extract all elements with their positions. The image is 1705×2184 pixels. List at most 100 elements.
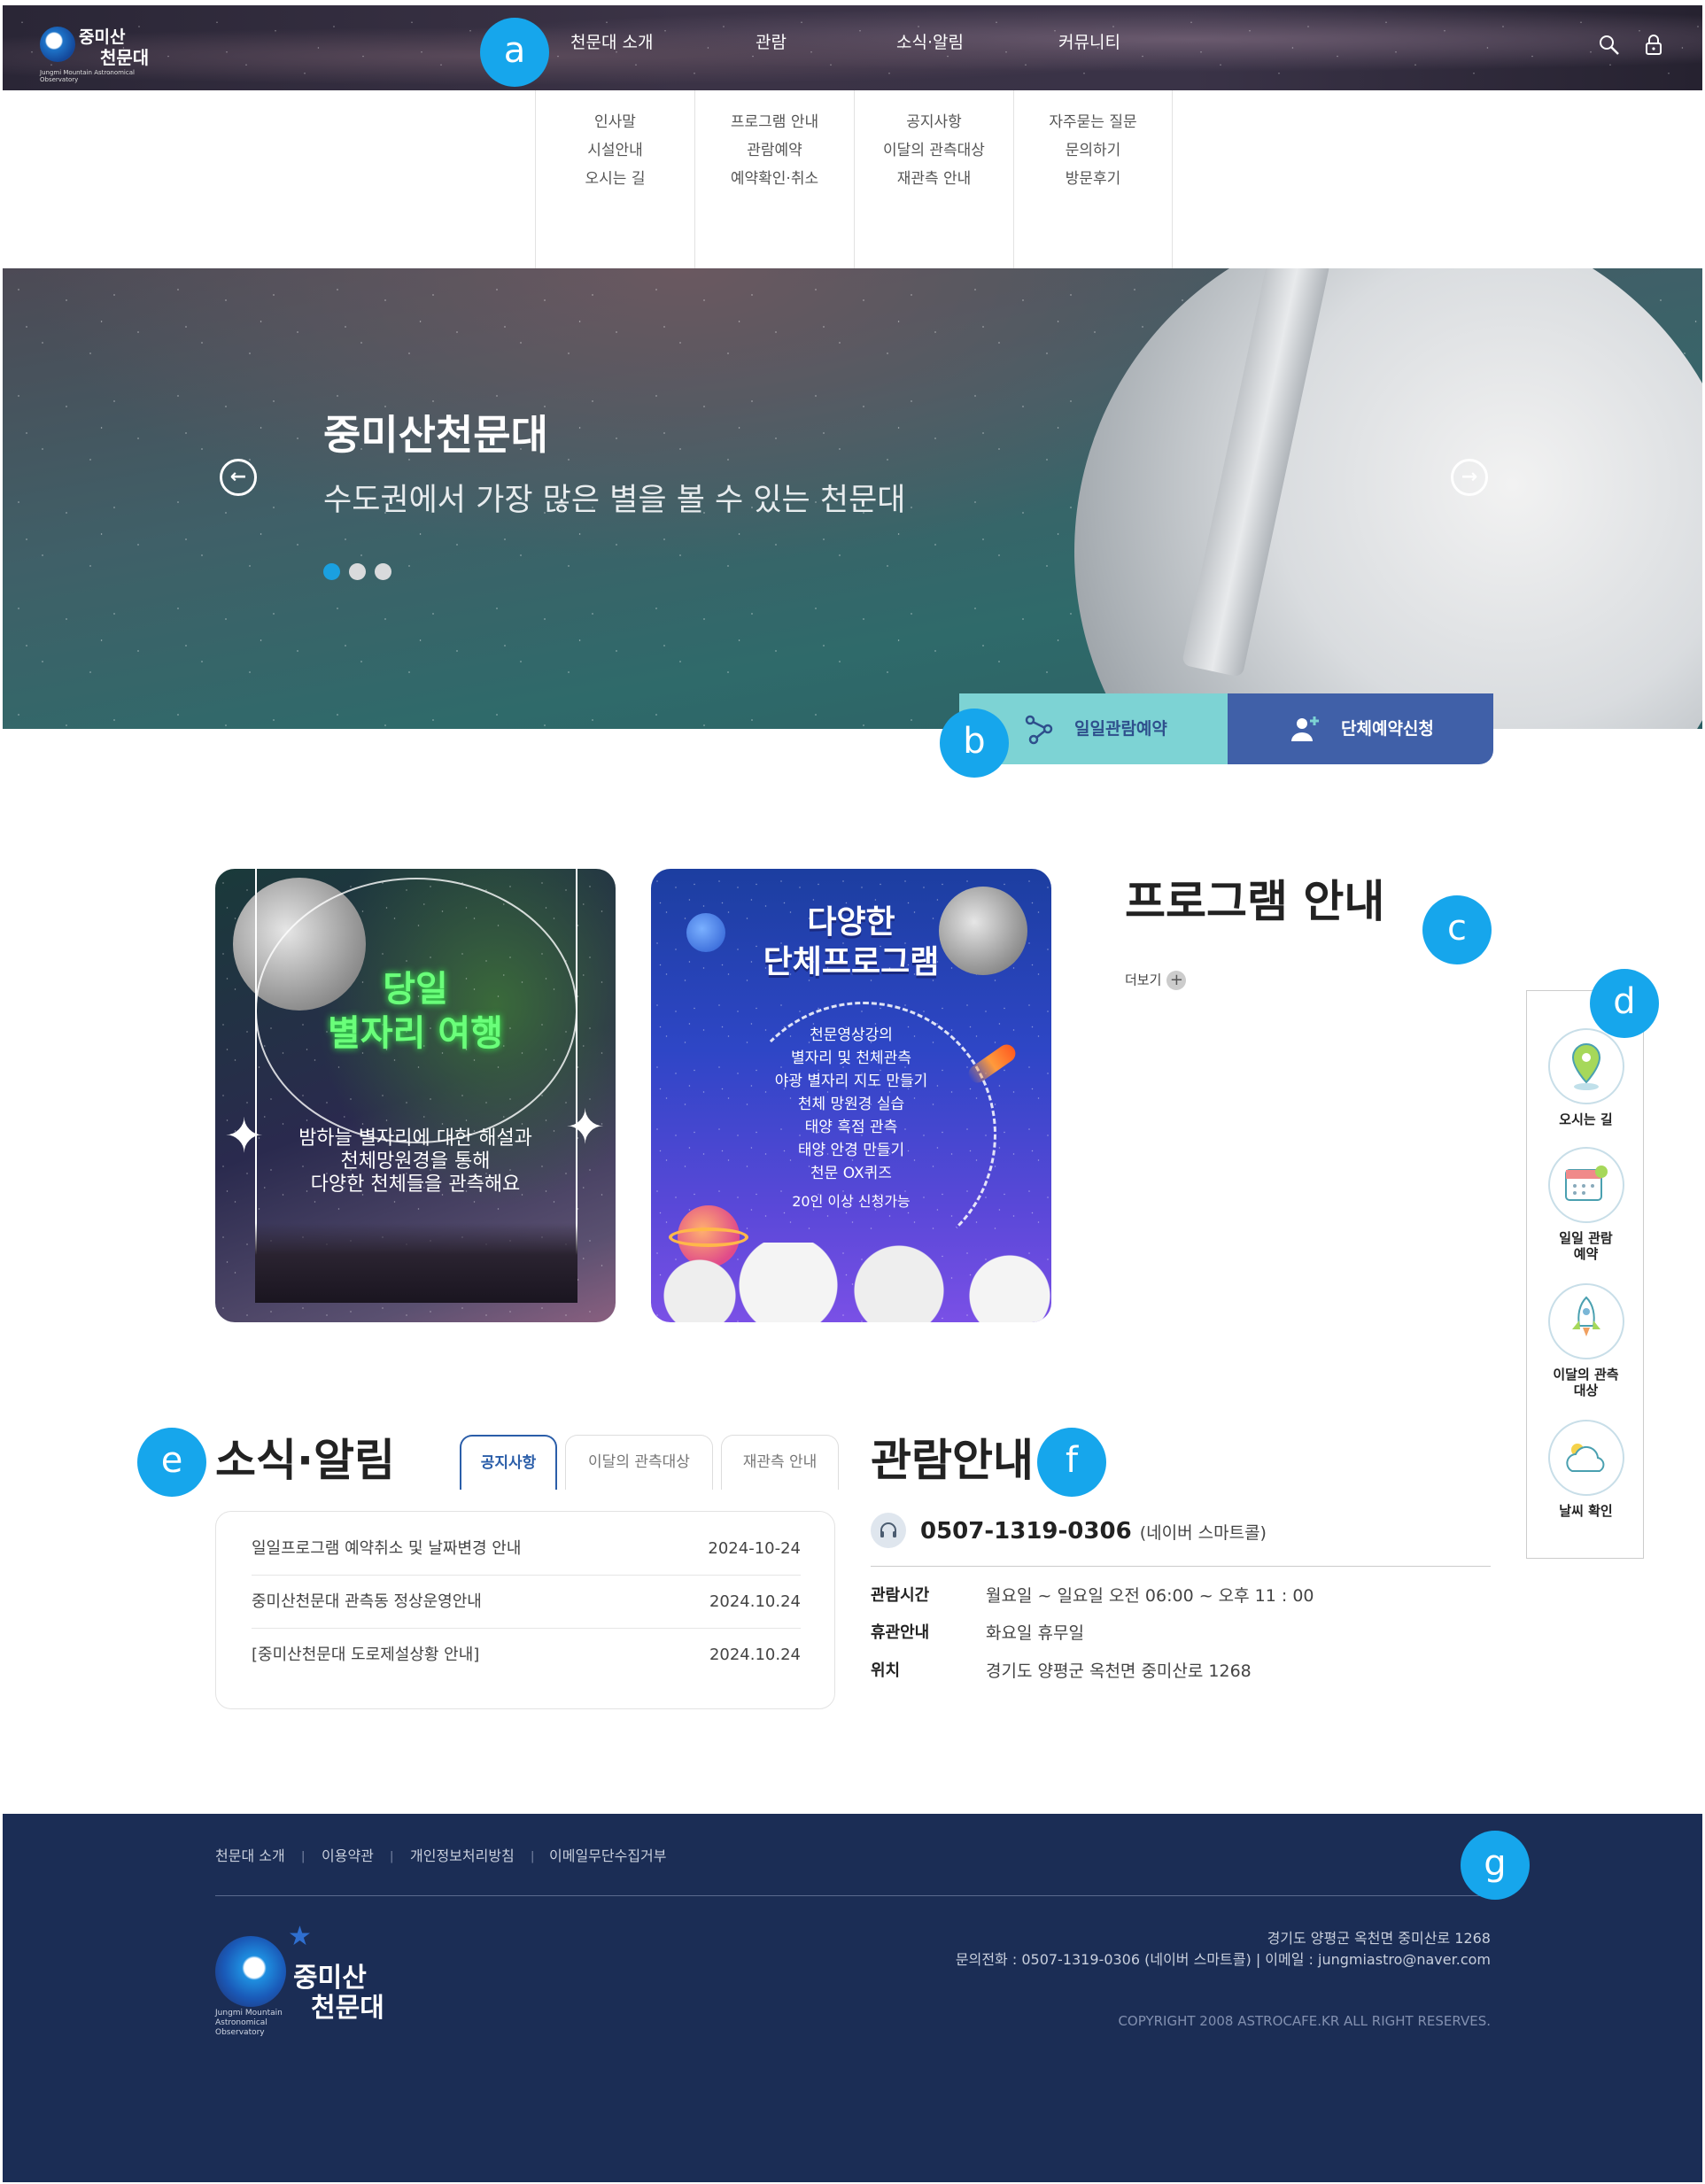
program-more-link[interactable]: 더보기 + (1125, 971, 1187, 990)
headset-icon (871, 1513, 906, 1548)
info-value-closed: 화요일 휴무일 (986, 1623, 1084, 1643)
submenu-col-about: 인사말 시설안내 오시는 길 (535, 90, 694, 271)
annotation-badge-e: e (137, 1428, 206, 1497)
footer-link-about[interactable]: 천문대 소개 (215, 1847, 285, 1865)
nav-news[interactable]: 소식·알림 (896, 32, 964, 53)
program-card-group-title-2: 단체프로그램 (763, 944, 940, 980)
submenu-item[interactable]: 프로그램 안내 (695, 108, 854, 136)
quick-item-directions[interactable]: 오시는 길 (1527, 1028, 1645, 1127)
slider-dot-3[interactable] (375, 563, 391, 580)
lock-icon[interactable] (1641, 34, 1666, 58)
quick-item-daily-reservation[interactable]: 일일 관람 예약 (1527, 1147, 1645, 1262)
hero-subtitle: 수도권에서 가장 많은 별을 볼 수 있는 천문대 (323, 483, 906, 518)
program-card-group[interactable]: 다양한 단체프로그램 천문영상강의 별자리 및 천체관측 야광 별자리 지도 만… (651, 869, 1051, 1322)
info-value-location: 경기도 양평군 옥천면 중미산로 1268 (986, 1661, 1252, 1681)
phone-number[interactable]: 0507-1319-0306 (네이버 스마트콜) (920, 1516, 1267, 1548)
tab-notice[interactable]: 공지사항 (460, 1435, 557, 1490)
info-section-title: 관람안내 (871, 1435, 1034, 1486)
nav-about[interactable]: 천문대 소개 (570, 32, 653, 53)
list-item[interactable]: 중미산천문대 관측동 정상운영안내 2024.10.24 (252, 1576, 801, 1629)
quick-item-observation-target[interactable]: 이달의 관측 대상 (1527, 1283, 1645, 1398)
sparkle-icon: ✦ (224, 1108, 265, 1164)
page-frame: 중미산 천문대 Jungmi Mountain Astronomical Obs… (3, 5, 1702, 2182)
footer-copyright: COPYRIGHT 2008 ASTROCAFE.KR ALL RIGHT RE… (1118, 2013, 1491, 2029)
nav-visit[interactable]: 관람 (756, 32, 787, 53)
footer-address: 경기도 양평군 옥천면 중미산로 1268 (1267, 1930, 1491, 1947)
list-item[interactable]: [중미산천문대 도로제설상황 안내] 2024.10.24 (252, 1629, 801, 1682)
news-date: 2024-10-24 (708, 1539, 801, 1558)
annotation-badge-a: a (480, 18, 549, 87)
info-label-location: 위치 (871, 1661, 901, 1680)
tab-observation-target[interactable]: 이달의 관측대상 (565, 1435, 713, 1490)
hero-title: 중미산천문대 (323, 411, 548, 459)
weather-icon (1547, 1420, 1624, 1496)
news-section-title: 소식·알림 (215, 1435, 395, 1486)
search-icon[interactable] (1597, 34, 1622, 58)
submenu-item[interactable]: 자주묻는 질문 (1014, 108, 1172, 136)
share-network-icon (1023, 713, 1055, 753)
news-date: 2024.10.24 (709, 1646, 801, 1664)
annotation-badge-g: g (1461, 1831, 1530, 1900)
submenu-item[interactable]: 오시는 길 (536, 165, 694, 193)
submenu-item[interactable]: 이달의 관측대상 (855, 136, 1013, 165)
site-header: 중미산 천문대 Jungmi Mountain Astronomical Obs… (3, 5, 1702, 90)
map-pin-icon (1547, 1028, 1624, 1104)
submenu-item[interactable]: 예약확인·취소 (695, 165, 854, 193)
slider-dot-1[interactable] (323, 563, 340, 580)
slider-prev-button[interactable]: ← (220, 459, 257, 496)
cloud-image (651, 1243, 1051, 1322)
footer-link-terms[interactable]: 이용약관 (322, 1847, 374, 1865)
footer-link-email-policy[interactable]: 이메일무단수집거부 (549, 1847, 666, 1865)
submenu-item[interactable]: 관람예약 (695, 136, 854, 165)
nav-community[interactable]: 커뮤니티 (1058, 32, 1120, 53)
quick-menu: 오시는 길 일일 관람 예약 이달의 관측 대상 날씨 확인 (1526, 990, 1644, 1559)
news-title: 중미산천문대 관측동 정상운영안내 (252, 1592, 482, 1611)
slider-dot-2[interactable] (349, 563, 366, 580)
info-label-hours: 관람시간 (871, 1586, 930, 1605)
mega-menu: 인사말 시설안내 오시는 길 프로그램 안내 관람예약 예약확인·취소 공지사항… (535, 90, 1173, 271)
slider-dots (323, 563, 400, 584)
news-title: 일일프로그램 예약취소 및 날짜변경 안내 (252, 1539, 522, 1558)
submenu-item[interactable]: 방문후기 (1014, 165, 1172, 193)
add-user-icon (1290, 713, 1321, 753)
footer-logo: ★ 중미산 천문대 Jungmi Mountain Astronomical O… (215, 1921, 384, 2037)
calendar-icon (1547, 1147, 1624, 1223)
info-label-closed: 휴관안내 (871, 1623, 930, 1642)
site-footer: 천문대 소개 | 이용약관 | 개인정보처리방침 | 이메일무단수집거부 ★ 중… (3, 1814, 1702, 2182)
submenu-col-visit: 프로그램 안내 관람예약 예약확인·취소 (694, 90, 854, 271)
info-divider (871, 1566, 1491, 1567)
star-icon: ★ (288, 1921, 312, 1952)
submenu-col-community: 자주묻는 질문 문의하기 방문후기 (1013, 90, 1173, 271)
group-reservation-button[interactable]: 단체예약신청 (1228, 693, 1493, 764)
logo-planet-icon (40, 27, 75, 62)
site-logo[interactable]: 중미산 천문대 Jungmi Mountain Astronomical Obs… (40, 18, 155, 83)
slider-next-button[interactable]: → (1451, 459, 1488, 496)
annotation-badge-f: f (1037, 1428, 1106, 1497)
submenu-item[interactable]: 공지사항 (855, 108, 1013, 136)
rocket-icon (1547, 1283, 1624, 1359)
program-card-daily-title-1: 당일 (383, 969, 448, 1010)
footer-link-privacy[interactable]: 개인정보처리방침 (410, 1847, 515, 1865)
info-value-hours: 월요일 ~ 일요일 오전 06:00 ~ 오후 11 : 00 (986, 1586, 1314, 1606)
footer-divider (215, 1895, 1491, 1896)
submenu-item[interactable]: 시설안내 (536, 136, 694, 165)
tab-reobservation[interactable]: 재관측 안내 (721, 1435, 839, 1490)
list-item[interactable]: 일일프로그램 예약취소 및 날짜변경 안내 2024-10-24 (252, 1522, 801, 1576)
submenu-item[interactable]: 재관측 안내 (855, 165, 1013, 193)
logo-planet-icon (215, 1936, 286, 2007)
hero-slider: ← → 중미산천문대 수도권에서 가장 많은 별을 볼 수 있는 천문대 (3, 268, 1702, 729)
annotation-badge-d: d (1590, 969, 1659, 1038)
quick-item-weather[interactable]: 날씨 확인 (1527, 1420, 1645, 1519)
sparkle-icon: ✦ (565, 1099, 606, 1155)
group-reservation-label: 단체예약신청 (1341, 719, 1434, 739)
program-card-group-list: 천문영상강의 별자리 및 천체관측 야광 별자리 지도 만들기 천체 망원경 실… (774, 1026, 928, 1182)
submenu-item[interactable]: 인사말 (536, 108, 694, 136)
news-title: [중미산천문대 도로제설상황 안내] (252, 1646, 480, 1664)
annotation-badge-b: b (940, 709, 1009, 778)
footer-contact: 문의전화 : 0507-1319-0306 (네이버 스마트콜) | 이메일 :… (955, 1951, 1491, 1968)
program-card-daily-title-2: 별자리 여행 (328, 1013, 503, 1054)
program-card-daily[interactable]: 당일 별자리 여행 밤하늘 별자리에 대한 해설과 천체망원경을 통해 다양한 … (215, 869, 616, 1322)
annotation-badge-c: c (1422, 895, 1492, 964)
submenu-item[interactable]: 문의하기 (1014, 136, 1172, 165)
news-list: 일일프로그램 예약취소 및 날짜변경 안내 2024-10-24 중미산천문대 … (215, 1511, 835, 1709)
